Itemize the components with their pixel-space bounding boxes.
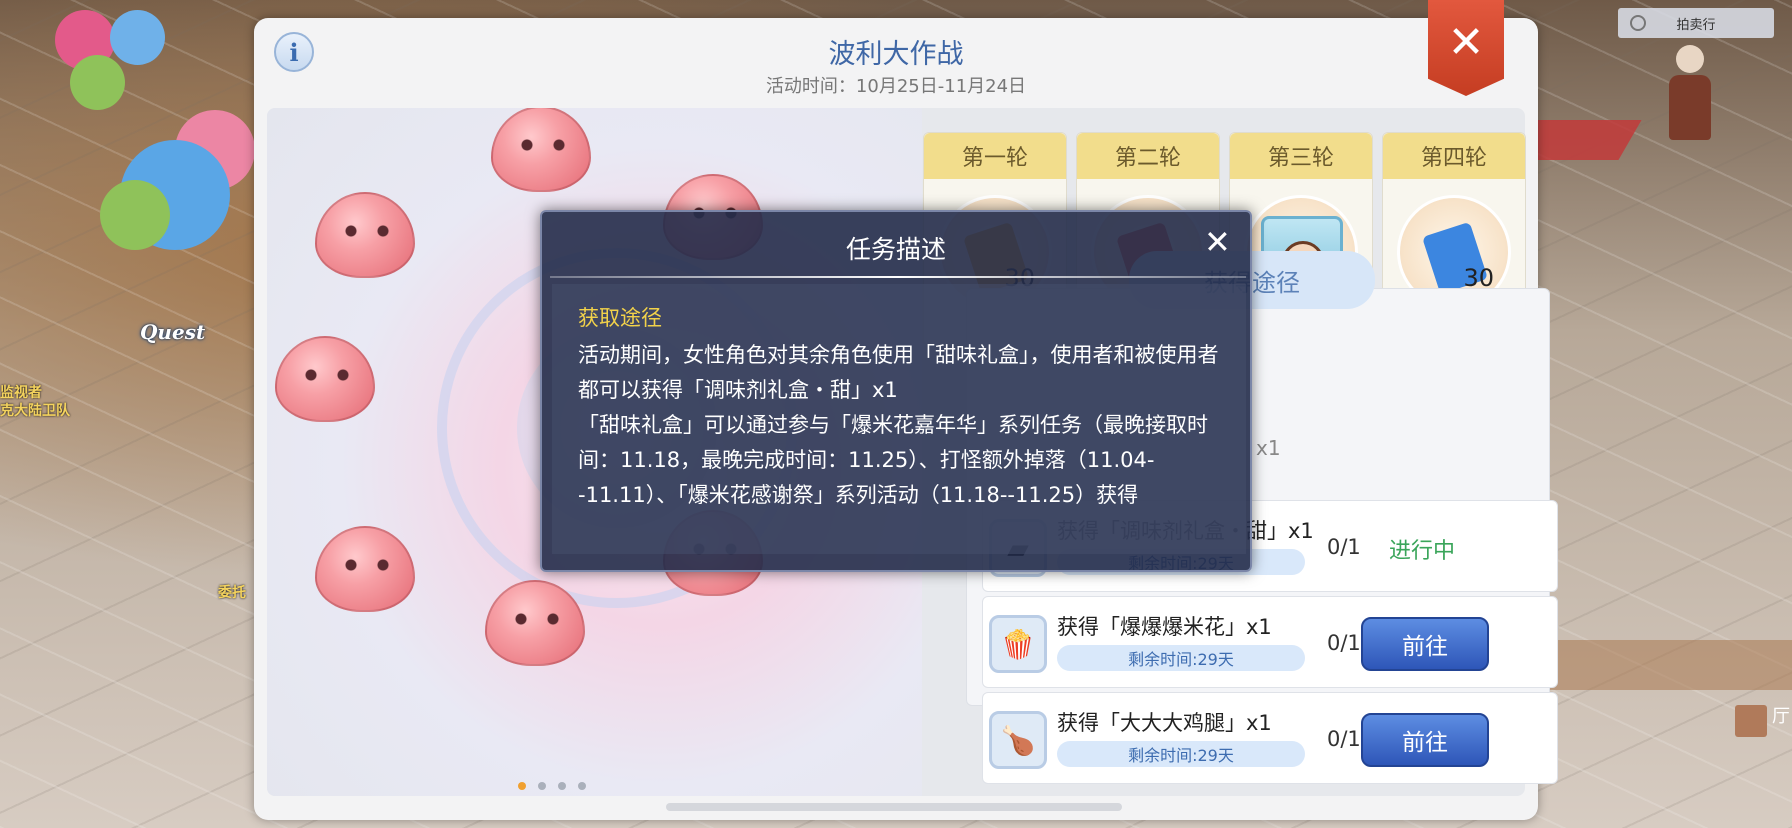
wooden-rail [1540, 640, 1792, 690]
task-name: 获得「爆爆爆米花」x1 [1057, 615, 1272, 639]
task-row: 🍗 获得「大大大鸡腿」x1 剩余时间:29天 0/1 前往 [982, 692, 1558, 784]
npc-name-label: 监视者 [0, 385, 42, 401]
modal-paragraph: 活动期间，女性角色对其余角色使用「甜味礼盒」，使用者和被使用者都可以获得「调味剂… [578, 343, 1219, 402]
npc-auctioneer[interactable] [1660, 45, 1720, 145]
divider [550, 276, 1246, 278]
page-title: 波利大作战 [828, 39, 964, 70]
poring-icon[interactable] [315, 192, 415, 278]
poring-icon[interactable] [491, 108, 591, 192]
round-label: 第四轮 [1383, 133, 1525, 179]
poring-icon[interactable] [315, 526, 415, 612]
npc-head [1676, 45, 1704, 73]
close-icon[interactable]: ✕ [1204, 226, 1231, 258]
npc-robe [1669, 75, 1711, 140]
modal-body: 获取途径 活动期间，女性角色对其余角色使用「甜味礼盒」，使用者和被使用者都可以获… [552, 284, 1246, 554]
round-label: 第一轮 [924, 133, 1066, 179]
page-dot[interactable] [518, 782, 526, 790]
page-dot[interactable] [578, 782, 586, 790]
task-progress: 0/1 [1327, 727, 1361, 751]
close-button[interactable]: ✕ [1428, 0, 1504, 96]
task-row: 🍿 获得「爆爆爆米花」x1 剩余时间:29天 0/1 前往 [982, 596, 1558, 688]
poring-icon[interactable] [275, 336, 375, 422]
right-edge-label: 厅 [1772, 706, 1790, 727]
task-description-modal: 任务描述 ✕ 获取途径 活动期间，女性角色对其余角色使用「甜味礼盒」，使用者和被… [540, 210, 1252, 572]
drumstick-icon: 🍗 [989, 711, 1047, 769]
task-progress: 0/1 [1327, 631, 1361, 655]
player-avatar[interactable] [1735, 705, 1767, 737]
auction-house-label: 拍卖行 [1676, 17, 1716, 33]
popcorn-icon: 🍿 [989, 615, 1047, 673]
page-dot[interactable] [558, 782, 566, 790]
pagination-dots [518, 782, 586, 790]
close-icon: ✕ [1447, 16, 1485, 68]
status-badge: 进行中 [1389, 539, 1456, 564]
modal-title: 任务描述 [845, 235, 946, 264]
quest-badge[interactable]: Quest [140, 320, 205, 344]
auction-icon [1630, 15, 1646, 31]
scrollbar[interactable] [666, 803, 1122, 811]
modal-paragraph: 「甜味礼盒」可以通过参与「爆米花嘉年华」系列任务（最晚接取时间：11.18，最晚… [578, 413, 1208, 507]
task-progress: 0/1 [1327, 535, 1361, 559]
task-time-remaining: 剩余时间:29天 [1057, 645, 1305, 671]
task-name: 获得「大大大鸡腿」x1 [1057, 711, 1272, 735]
balloon-icon [70, 55, 125, 110]
event-period: 活动时间：10月25日-11月24日 [765, 76, 1027, 97]
modal-heading: 获取途径 [578, 306, 662, 330]
balloon-icon [100, 180, 170, 250]
page-dot[interactable] [538, 782, 546, 790]
go-button[interactable]: 前往 [1361, 713, 1489, 767]
go-button[interactable]: 前往 [1361, 617, 1489, 671]
auction-house-button[interactable]: 拍卖行 [1618, 8, 1774, 38]
round-label: 第二轮 [1077, 133, 1219, 179]
task-time-remaining: 剩余时间:29天 [1057, 741, 1305, 767]
npc-label-commission: 委托 [218, 585, 246, 601]
partial-task-text: x1 [1256, 436, 1281, 460]
npc-guild-label: 克大陆卫队 [0, 403, 70, 419]
balloon-icon [110, 10, 165, 65]
round-label: 第三轮 [1230, 133, 1372, 179]
